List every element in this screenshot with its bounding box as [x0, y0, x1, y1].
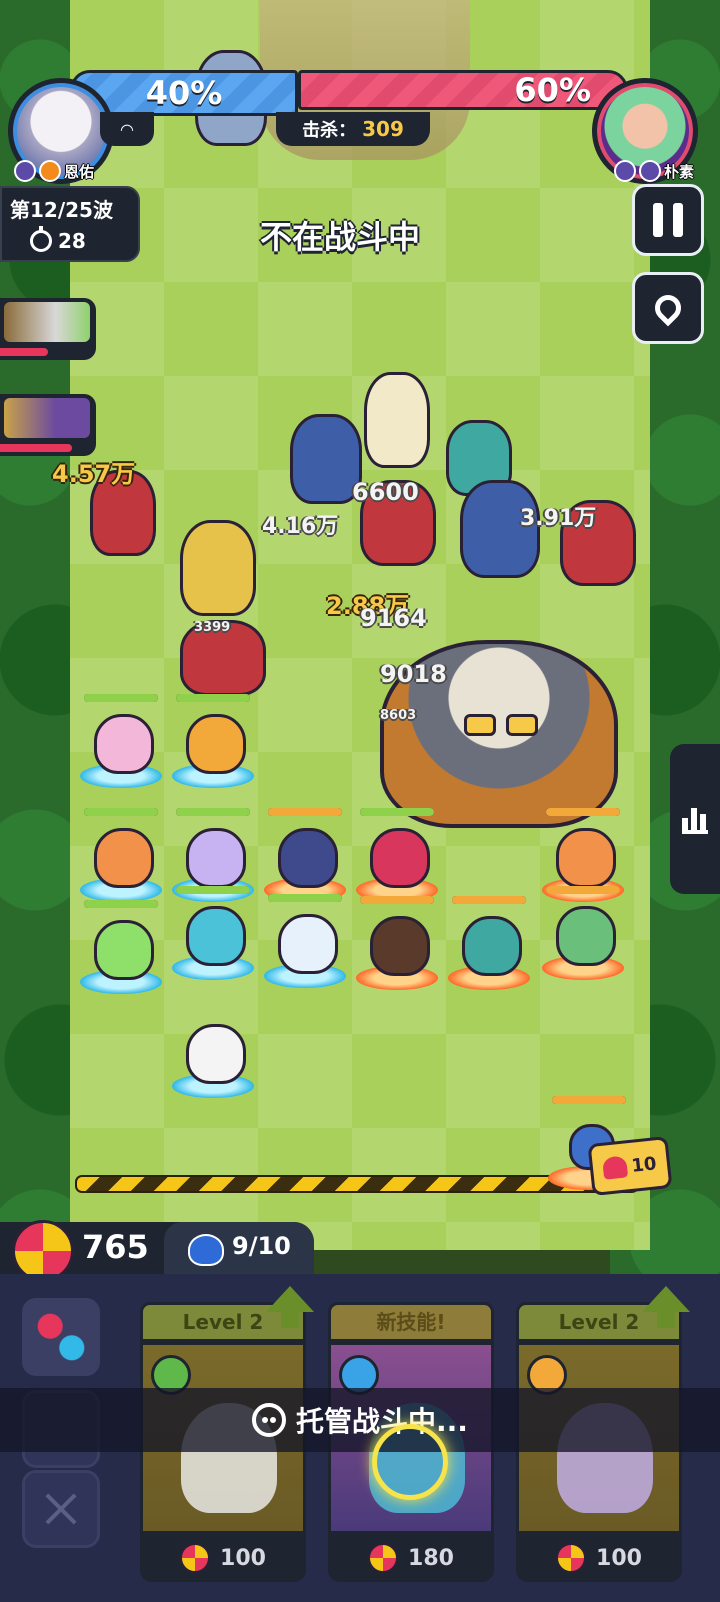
enemy-unit	[364, 372, 430, 468]
damage-number: 9018	[380, 660, 447, 688]
auto-battle-text: 托管战斗中...	[296, 1405, 468, 1438]
card-price: 180	[328, 1534, 494, 1582]
incoming-boss-card[interactable]	[0, 394, 96, 456]
wave-counter: 第12/25波	[10, 198, 113, 222]
ally-unit[interactable]	[80, 694, 162, 788]
kills-label: 击杀：	[302, 120, 357, 141]
team-right-progress-bar: 60%	[298, 70, 628, 110]
lives-tag: 10	[587, 1135, 673, 1197]
candy-coin-icon	[556, 1543, 587, 1573]
wave-panel: 第12/25波 28	[0, 186, 140, 262]
card-price: 100	[140, 1534, 306, 1582]
stats-button[interactable]	[670, 744, 720, 894]
ally-unit[interactable]	[264, 894, 346, 988]
boss-hp-bar	[0, 348, 48, 356]
tutorial-highlight-ring	[372, 1424, 448, 1500]
boss-eye	[506, 714, 538, 736]
coin-count: 765	[82, 1228, 149, 1266]
team-left-percent: 40%	[145, 74, 223, 112]
player-left-name-text: 恩佑	[64, 162, 95, 181]
ally-unit[interactable]	[80, 808, 162, 902]
stopwatch-icon	[30, 226, 52, 252]
damage-number: 4.57万	[52, 460, 136, 488]
lives-value: 10	[630, 1152, 658, 1177]
card-price-value: 100	[596, 1545, 642, 1571]
ally-unit[interactable]	[172, 694, 254, 788]
incoming-boss-card[interactable]	[0, 298, 96, 360]
resource-bar: 765 9/10	[0, 1220, 314, 1282]
title-badge-icon	[39, 160, 61, 182]
team-right-percent: 60%	[514, 71, 591, 109]
enemy-unit	[180, 520, 256, 616]
location-pin-icon	[649, 289, 687, 327]
ally-unit[interactable]	[264, 808, 346, 902]
heart-icon	[602, 1155, 629, 1180]
damage-number: 6600	[352, 478, 419, 506]
kills-value: 309	[362, 117, 404, 141]
ally-unit[interactable]	[172, 1018, 254, 1098]
player-right-name-text: 朴素	[663, 162, 694, 181]
upgrade-arrow-icon	[642, 1286, 690, 1328]
boss-hp-bar	[0, 444, 72, 452]
card-price-value: 180	[408, 1545, 454, 1571]
ally-unit[interactable]	[356, 896, 438, 990]
population-icon	[188, 1234, 224, 1266]
damage-number: 3.91万	[520, 506, 597, 531]
card-tag: 新技能!	[328, 1302, 494, 1342]
rank-badge-icon	[613, 160, 636, 182]
bar-chart-icon	[682, 804, 708, 834]
wave-timer-value: 28	[58, 229, 86, 253]
population-count: 9/10	[232, 1232, 291, 1260]
ally-unit[interactable]	[542, 886, 624, 980]
damage-number: 9164	[360, 604, 427, 632]
boss-eye	[464, 714, 496, 736]
upgrade-arrow-icon	[266, 1286, 314, 1328]
battle-status-text: 不在战斗中	[260, 218, 421, 256]
ally-unit[interactable]	[172, 808, 254, 902]
card-price: 100	[516, 1534, 682, 1582]
ally-unit[interactable]	[80, 900, 162, 994]
auto-battle-icon	[252, 1403, 287, 1437]
ally-unit[interactable]	[542, 808, 624, 902]
auto-battle-banner[interactable]: 托管战斗中...	[0, 1388, 720, 1452]
ally-unit[interactable]	[356, 808, 438, 902]
pause-button[interactable]	[632, 184, 704, 256]
wave-timer: 28	[30, 226, 140, 256]
kill-counter: 击杀： 309	[276, 112, 430, 146]
ally-unit[interactable]	[172, 886, 254, 980]
candy-coin-icon	[12, 1220, 74, 1282]
boss-portrait	[4, 302, 90, 342]
card-price-value: 100	[220, 1545, 266, 1571]
ally-unit[interactable]	[448, 896, 530, 990]
player-left-name: 恩佑	[14, 160, 94, 182]
map-button[interactable]	[632, 272, 704, 344]
candy-coin-icon	[180, 1543, 211, 1573]
player-right-name: 朴素	[613, 160, 694, 182]
damage-number: 4.16万	[262, 514, 339, 539]
rank-badge-icon	[14, 160, 36, 182]
boss-portrait	[4, 398, 90, 438]
candy-coin-icon	[368, 1543, 399, 1573]
damage-number: 3399	[194, 620, 231, 635]
sell-button[interactable]	[22, 1470, 100, 1548]
element-swap-button[interactable]	[22, 1298, 100, 1376]
pause-icon	[653, 203, 663, 237]
title-badge-icon	[638, 160, 661, 182]
damage-number: 8603	[380, 708, 417, 723]
wifi-icon: ◠	[100, 112, 154, 146]
